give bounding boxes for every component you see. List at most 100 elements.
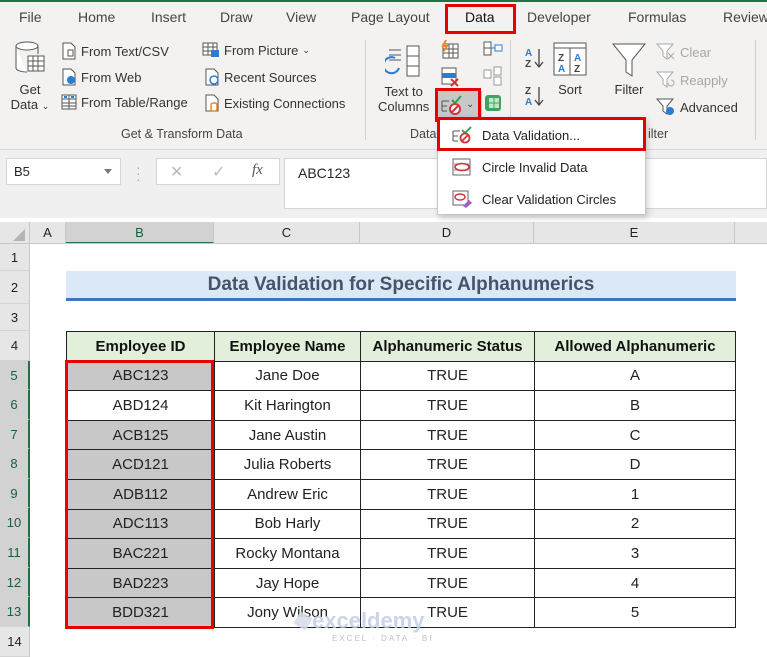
cell-employee-name[interactable]: Rocky Montana — [214, 538, 361, 569]
tab-data[interactable]: Data — [465, 9, 495, 25]
column-header-b[interactable]: B — [66, 222, 214, 244]
from-web-button[interactable]: From Web — [61, 68, 141, 86]
row-header-4[interactable]: 4 — [0, 331, 30, 361]
cell-allowed-alphanumeric[interactable]: C — [534, 419, 736, 451]
chevron-down-icon[interactable]: ⌄ — [466, 99, 474, 110]
from-picture-button[interactable]: From Picture ⌄ — [202, 42, 310, 58]
filter-button[interactable]: Filter — [612, 42, 646, 97]
drag-handle-icon[interactable]: · · · — [136, 160, 141, 186]
cell-employee-name[interactable]: Jane Austin — [214, 419, 361, 451]
row-header-13[interactable]: 13 — [0, 597, 30, 627]
ribbon-separator — [755, 40, 756, 140]
get-data-button[interactable]: Get Data ⌄ — [10, 40, 50, 112]
cell-employee-name[interactable]: Jane Doe — [214, 360, 361, 392]
row-header-3[interactable]: 3 — [0, 304, 30, 331]
menu-item-data-validation[interactable]: Data Validation... — [438, 120, 645, 150]
row-header-2[interactable]: 2 — [0, 271, 30, 304]
tab-draw[interactable]: Draw — [220, 9, 253, 25]
sort-a-to-z-button[interactable]: AZ — [523, 46, 545, 70]
cell-alphanumeric-status[interactable]: TRUE — [360, 419, 535, 451]
header-alphanumeric-status[interactable]: Alphanumeric Status — [360, 331, 535, 362]
header-employee-name[interactable]: Employee Name — [214, 331, 361, 362]
cell-allowed-alphanumeric[interactable]: 4 — [534, 567, 736, 599]
insert-function-icon[interactable]: fx — [252, 162, 263, 179]
ribbon: Get Data ⌄ From Text/CSV From Web From T… — [0, 34, 767, 150]
reapply-button[interactable]: Reapply — [656, 71, 728, 89]
menu-item-circle-invalid-data[interactable]: Circle Invalid Data — [438, 152, 645, 182]
cell-alphanumeric-status[interactable]: TRUE — [360, 478, 535, 510]
cell-employee-name[interactable]: Jay Hope — [214, 567, 361, 599]
consolidate-button[interactable] — [483, 40, 503, 58]
data-validation-button[interactable]: ⌄ — [438, 91, 482, 118]
flash-fill-button[interactable] — [440, 40, 460, 60]
column-header-d[interactable]: D — [360, 222, 534, 244]
cell-allowed-alphanumeric[interactable]: 5 — [534, 597, 736, 628]
cell-allowed-alphanumeric[interactable]: A — [534, 360, 736, 392]
column-header-e[interactable]: E — [534, 222, 735, 244]
cell-alphanumeric-status[interactable]: TRUE — [360, 449, 535, 480]
recent-sources-icon — [204, 68, 220, 86]
cell-employee-name[interactable]: Kit Harington — [214, 390, 361, 421]
recent-sources-button[interactable]: Recent Sources — [204, 68, 317, 86]
watermark: exceldemy EXCEL · DATA · BI — [293, 608, 433, 643]
tab-insert[interactable]: Insert — [151, 9, 186, 25]
row-header-11[interactable]: 11 — [0, 538, 30, 568]
sort-button[interactable]: ZAAZ Sort — [553, 42, 587, 97]
clear-filter-button[interactable]: Clear — [656, 43, 711, 61]
sort-ascending-icon: AZ — [523, 46, 545, 70]
existing-connections-button[interactable]: Existing Connections — [204, 94, 345, 112]
row-header-7[interactable]: 7 — [0, 420, 30, 449]
cell-alphanumeric-status[interactable]: TRUE — [360, 360, 535, 392]
cell-alphanumeric-status[interactable]: TRUE — [360, 538, 535, 569]
advanced-filter-button[interactable]: Advanced — [656, 98, 738, 116]
cell-allowed-alphanumeric[interactable]: D — [534, 449, 736, 480]
cell-employee-name[interactable]: Andrew Eric — [214, 478, 361, 510]
tab-view[interactable]: View — [286, 9, 316, 25]
header-allowed-alphanumeric[interactable]: Allowed Alphanumeric — [534, 331, 736, 362]
menu-item-clear-validation-circles[interactable]: Clear Validation Circles — [438, 184, 645, 214]
from-table-range-label: From Table/Range — [81, 94, 188, 110]
relationships-button[interactable] — [483, 66, 503, 86]
manage-data-model-button[interactable] — [483, 93, 503, 113]
cell-alphanumeric-status[interactable]: TRUE — [360, 390, 535, 421]
name-box[interactable]: B5 — [6, 158, 121, 185]
cell-employee-name[interactable]: Julia Roberts — [214, 449, 361, 480]
row-header-1[interactable]: 1 — [0, 244, 30, 271]
row-header-5[interactable]: 5 — [0, 361, 30, 390]
cancel-icon[interactable]: ✕ — [170, 162, 183, 182]
from-table-range-button[interactable]: From Table/Range — [61, 94, 188, 110]
from-text-csv-button[interactable]: From Text/CSV — [61, 42, 169, 60]
cell-employee-name[interactable]: Bob Harly — [214, 508, 361, 540]
tab-developer[interactable]: Developer — [527, 9, 591, 25]
row-header-9[interactable]: 9 — [0, 479, 30, 508]
excel-window: File Home Insert Draw View Page Layout D… — [0, 0, 767, 657]
tab-home[interactable]: Home — [78, 9, 115, 25]
cell-alphanumeric-status[interactable]: TRUE — [360, 567, 535, 599]
row-header-12[interactable]: 12 — [0, 568, 30, 597]
column-header-a[interactable]: A — [30, 222, 66, 244]
text-to-columns-button[interactable]: Text to Columns — [378, 44, 429, 114]
tab-file[interactable]: File — [19, 9, 42, 25]
cell-allowed-alphanumeric[interactable]: B — [534, 390, 736, 421]
cell-allowed-alphanumeric[interactable]: 1 — [534, 478, 736, 510]
cell-allowed-alphanumeric[interactable]: 2 — [534, 508, 736, 540]
row-header-8[interactable]: 8 — [0, 449, 30, 479]
tab-formulas[interactable]: Formulas — [628, 9, 686, 25]
column-header-f[interactable] — [735, 222, 767, 244]
cell-alphanumeric-status[interactable]: TRUE — [360, 508, 535, 540]
enter-icon[interactable]: ✓ — [212, 162, 225, 182]
row-header-6[interactable]: 6 — [0, 390, 30, 420]
chevron-down-icon[interactable] — [104, 169, 112, 174]
column-header-c[interactable]: C — [214, 222, 360, 244]
row-header-10[interactable]: 10 — [0, 508, 30, 538]
tab-page-layout[interactable]: Page Layout — [351, 9, 430, 25]
header-employee-id[interactable]: Employee ID — [66, 331, 215, 362]
tab-review[interactable]: Review — [723, 9, 767, 25]
sort-z-to-a-button[interactable]: ZA — [523, 84, 545, 108]
relationships-icon — [483, 66, 503, 86]
row-header-14[interactable]: 14 — [0, 627, 30, 657]
select-all-button[interactable] — [0, 222, 30, 244]
from-picture-label: From Picture — [224, 42, 299, 58]
cell-allowed-alphanumeric[interactable]: 3 — [534, 538, 736, 569]
remove-duplicates-button[interactable] — [440, 66, 460, 88]
